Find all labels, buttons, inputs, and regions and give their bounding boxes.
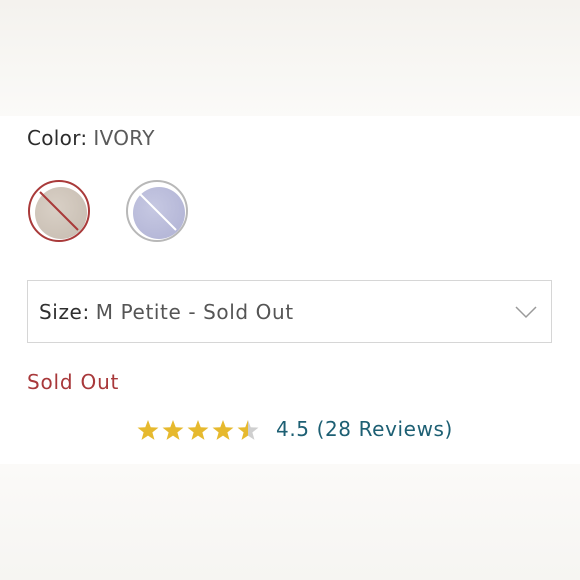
size-select[interactable]: Size: M Petite - Sold Out (27, 280, 552, 343)
swatch-periwinkle[interactable] (126, 180, 188, 242)
star-icon (237, 420, 259, 440)
size-label: Size: M Petite - Sold Out (39, 300, 294, 324)
sold-out-slash-icon (39, 191, 79, 231)
star-icon (162, 420, 184, 440)
star-icon (212, 420, 234, 440)
star-icon (187, 420, 209, 440)
sold-out-slash-icon (137, 191, 177, 231)
color-selected-value: IVORY (93, 126, 155, 150)
product-image-area-bottom (0, 464, 580, 580)
chevron-down-icon (515, 306, 537, 319)
star-icon (137, 420, 159, 440)
size-label-text: Size: (39, 300, 90, 324)
rating-stars (137, 420, 259, 440)
sold-out-status: Sold Out (27, 370, 120, 394)
swatch-ivory[interactable] (28, 180, 90, 242)
color-label-text: Color: (27, 126, 88, 150)
reviews-link[interactable]: 4.5 (28 Reviews) (276, 417, 453, 441)
size-selected-value: M Petite - Sold Out (95, 300, 294, 324)
color-label: Color: IVORY (27, 126, 155, 150)
product-image-area-top (0, 0, 580, 118)
